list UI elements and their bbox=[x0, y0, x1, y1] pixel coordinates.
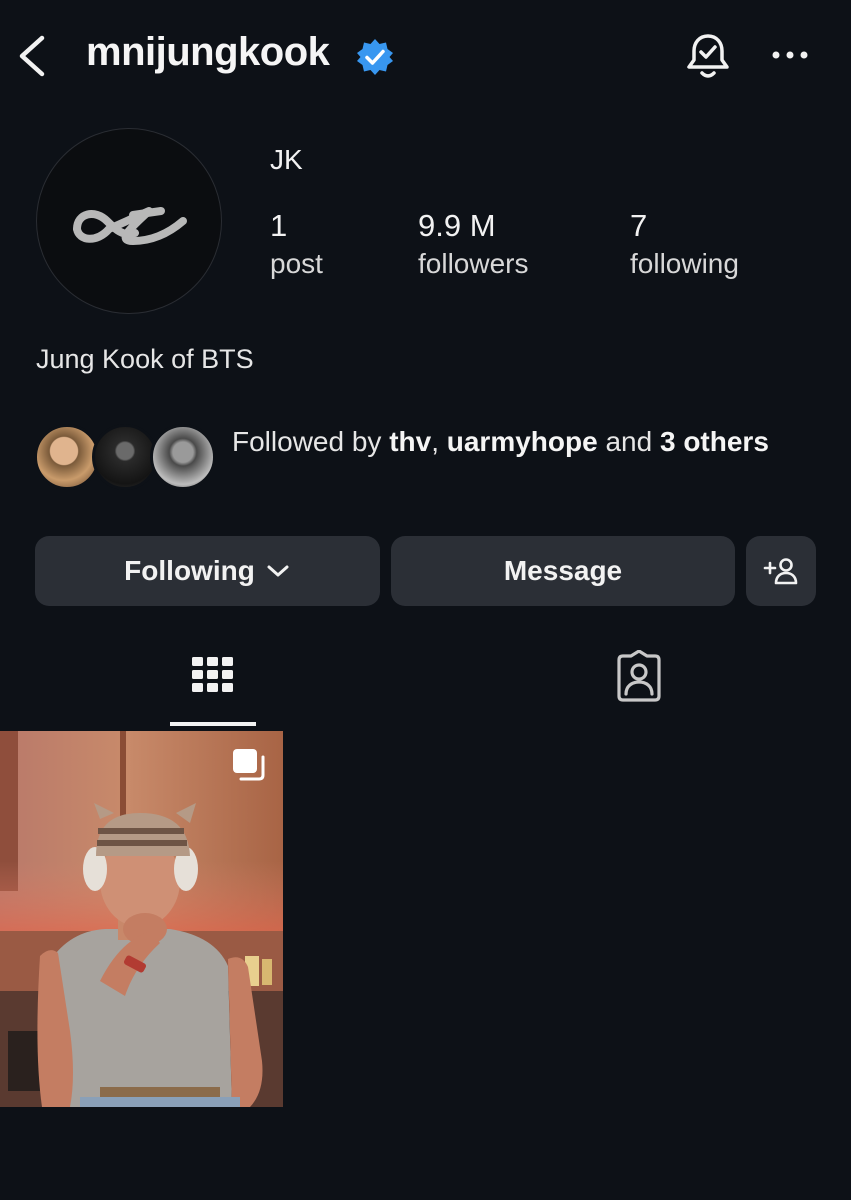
verified-badge-icon bbox=[356, 38, 394, 76]
profile-logo-icon bbox=[73, 207, 187, 245]
chevron-down-icon bbox=[267, 565, 289, 577]
suggested-users-button[interactable] bbox=[746, 536, 816, 606]
followed-by-text[interactable]: Followed by thv, uarmyhope and 3 others bbox=[232, 422, 792, 461]
add-person-icon bbox=[763, 558, 798, 585]
mutual-username[interactable]: thv bbox=[389, 426, 431, 457]
more-options-button[interactable] bbox=[768, 40, 812, 70]
mutual-username[interactable]: uarmyhope bbox=[447, 426, 598, 457]
following-label: following bbox=[630, 248, 739, 279]
followers-label: followers bbox=[418, 248, 529, 279]
posts-stat: 1 post bbox=[270, 208, 323, 280]
separator: , bbox=[431, 426, 447, 457]
followers-count: 9.9 M bbox=[418, 208, 496, 243]
and-text: and bbox=[597, 426, 660, 457]
back-button[interactable] bbox=[14, 34, 54, 78]
tab-posts-grid[interactable] bbox=[170, 650, 256, 728]
mutual-avatar bbox=[34, 424, 100, 490]
bio-text: Jung Kook of BTS bbox=[36, 344, 254, 374]
bell-check-icon bbox=[687, 34, 729, 78]
tagged-person-icon bbox=[617, 650, 661, 702]
tab-tagged[interactable] bbox=[596, 650, 682, 720]
following-button-label: Following bbox=[124, 555, 255, 586]
followers-stat[interactable]: 9.9 M followers bbox=[418, 208, 528, 280]
profile-avatar[interactable] bbox=[36, 128, 222, 314]
mutual-avatar bbox=[150, 424, 216, 490]
multiple-photos-icon bbox=[231, 747, 267, 783]
posts-count: 1 bbox=[270, 208, 288, 243]
following-count: 7 bbox=[630, 208, 648, 243]
more-horizontal-icon bbox=[772, 51, 808, 59]
others-count: 3 bbox=[659, 426, 676, 457]
mutual-followers-avatars[interactable] bbox=[34, 424, 216, 494]
message-button[interactable]: Message bbox=[391, 536, 735, 606]
post-photo bbox=[0, 731, 283, 1107]
notifications-button[interactable] bbox=[684, 32, 732, 82]
profile-username: mnijungkook bbox=[86, 30, 330, 74]
grid-icon bbox=[192, 657, 233, 692]
others-label: others bbox=[683, 426, 769, 457]
chevron-left-icon bbox=[19, 35, 45, 77]
following-button[interactable]: Following bbox=[35, 536, 380, 606]
followed-by-prefix: Followed by bbox=[232, 426, 390, 457]
posts-label: post bbox=[270, 248, 323, 279]
following-stat[interactable]: 7 following bbox=[630, 208, 739, 280]
mutual-avatar bbox=[92, 424, 158, 490]
active-tab-indicator bbox=[170, 722, 256, 726]
post-thumbnail[interactable] bbox=[0, 731, 283, 1107]
message-button-label: Message bbox=[503, 555, 623, 586]
display-name: JK bbox=[270, 144, 303, 175]
